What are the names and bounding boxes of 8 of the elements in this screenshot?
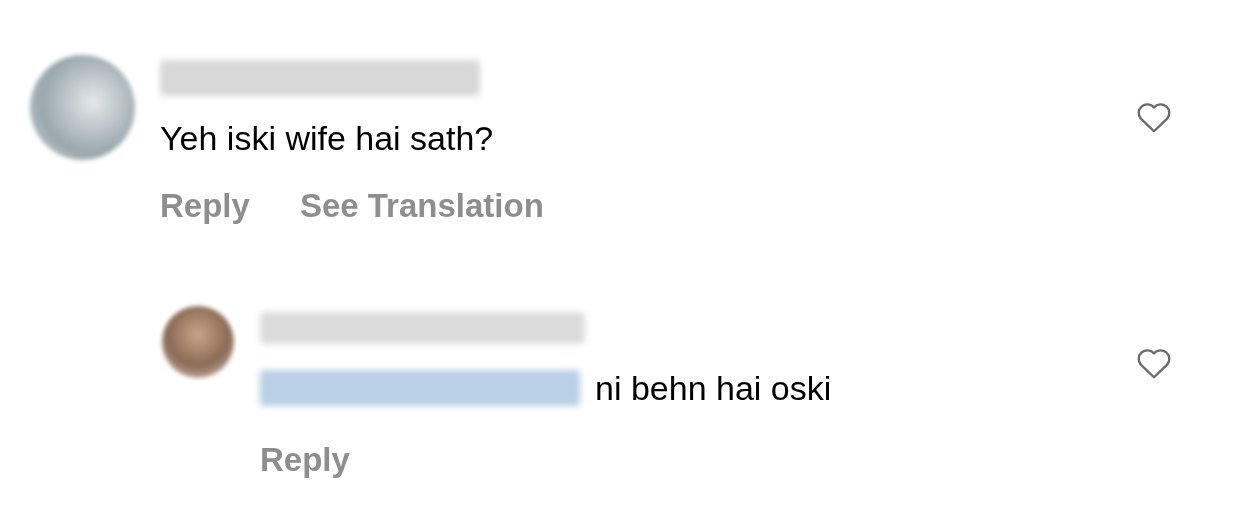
action-link[interactable]: See Translation — [299, 186, 544, 226]
heart-icon[interactable] — [1136, 346, 1172, 380]
comment-text: Yeh iski wife hai sath? — [160, 118, 495, 158]
reply-text: ni behn hai oski — [595, 368, 832, 408]
action-link[interactable]: Reply — [160, 186, 250, 226]
action-link[interactable]: Reply — [260, 440, 350, 480]
heart-icon[interactable] — [1136, 100, 1172, 134]
avatar[interactable] — [162, 306, 234, 378]
